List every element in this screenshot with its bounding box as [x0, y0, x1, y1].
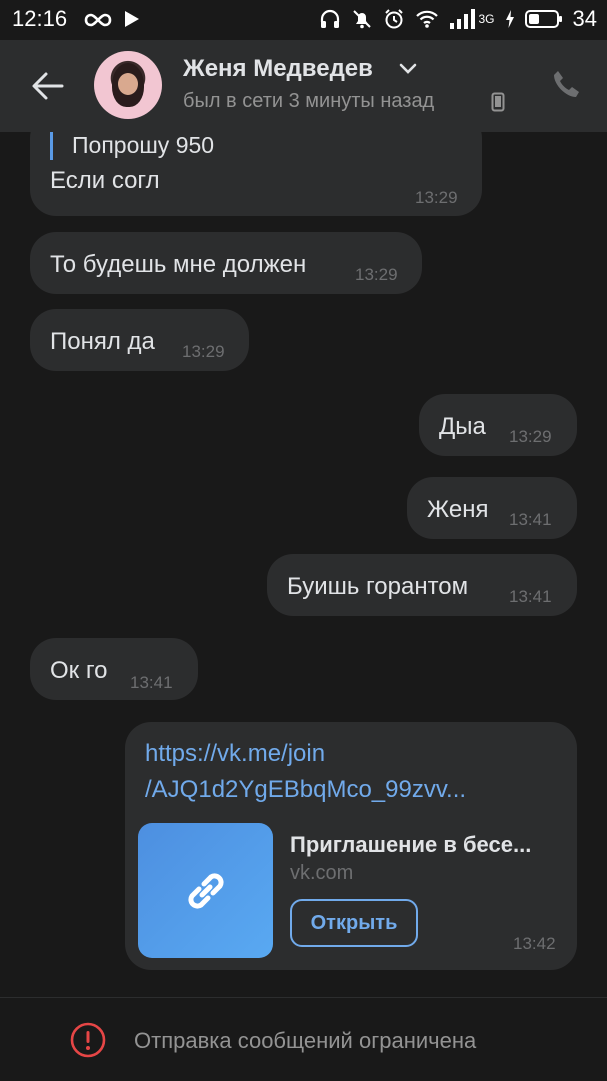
wifi-icon — [415, 9, 439, 29]
quote-bar — [50, 132, 53, 160]
message-bubble-incoming[interactable]: То будешь мне должен 13:29 — [30, 232, 422, 294]
message-list[interactable]: Попрошу 950 Если согл 13:29 То будешь мн… — [0, 132, 607, 996]
avatar[interactable] — [94, 51, 162, 119]
back-arrow-icon[interactable] — [28, 66, 68, 106]
message-bubble-incoming[interactable]: Ок го 13:41 — [30, 638, 198, 700]
message-text: Буишь горантом — [287, 573, 469, 600]
message-bubble-incoming[interactable]: Попрошу 950 Если согл 13:29 — [30, 132, 482, 216]
composer-restricted-banner: Отправка сообщений ограничена — [0, 997, 607, 1081]
muted-bell-icon — [351, 8, 373, 30]
message-bubble-incoming[interactable]: Понял да 13:29 — [30, 309, 249, 371]
contact-name[interactable]: Женя Медведев — [183, 55, 373, 83]
message-time: 13:41 — [509, 510, 552, 529]
restriction-text: Отправка сообщений ограничена — [134, 1028, 477, 1053]
invite-link[interactable]: https://vk.me/join /AJQ1d2YgEBbqMco_99zv… — [145, 736, 466, 808]
quoted-text: Попрошу 950 — [72, 132, 215, 158]
link-preview-title[interactable]: Приглашение в бесе... — [290, 832, 531, 858]
phone-icon[interactable] — [550, 68, 582, 105]
message-bubble-outgoing[interactable]: Буишь горантом 13:41 — [267, 554, 577, 616]
message-time: 13:29 — [509, 427, 552, 446]
message-bubble-outgoing[interactable]: Дыа 13:29 — [419, 394, 577, 456]
invite-link-line2[interactable]: /AJQ1d2YgEBbqMco_99zvv... — [145, 772, 466, 808]
headphones-icon — [319, 8, 341, 30]
link-preview-thumbnail[interactable] — [138, 823, 273, 958]
message-text: Ок го — [50, 657, 108, 684]
message-text: Понял да — [50, 328, 155, 355]
chain-link-icon — [188, 873, 224, 909]
contact-online-status: был в сети 3 минуты назад — [183, 90, 435, 112]
chevron-down-icon[interactable] — [398, 62, 418, 81]
invite-link-line1[interactable]: https://vk.me/join — [145, 736, 466, 772]
battery-level: 34 — [572, 6, 597, 31]
link-preview-domain: vk.com — [290, 862, 354, 884]
message-text: Дыа — [439, 413, 486, 440]
chat-header: Женя Медведев был в сети 3 минуты назад — [0, 40, 607, 132]
message-text: Если согл — [50, 167, 160, 194]
message-text: То будешь мне должен — [50, 251, 307, 278]
open-button[interactable]: Открыть — [290, 899, 418, 947]
message-time: 13:29 — [182, 342, 225, 361]
message-time: 13:29 — [415, 188, 458, 207]
mobile-device-icon — [491, 92, 505, 117]
network-type: 3G — [478, 12, 495, 26]
signal-icon — [449, 9, 475, 29]
alarm-icon — [383, 8, 405, 30]
play-icon — [124, 8, 140, 34]
battery-icon — [524, 9, 563, 29]
message-bubble-outgoing-link[interactable]: https://vk.me/join /AJQ1d2YgEBbqMco_99zv… — [125, 722, 577, 970]
message-time: 13:42 — [513, 934, 556, 953]
message-time: 13:41 — [130, 673, 173, 692]
message-time: 13:41 — [509, 587, 552, 606]
warning-icon — [70, 1022, 106, 1063]
infinity-icon — [84, 8, 112, 34]
status-time: 12:16 — [12, 6, 68, 31]
message-bubble-outgoing[interactable]: Женя 13:41 — [407, 477, 577, 539]
charging-icon — [505, 10, 515, 28]
status-bar: 12:16 3G 34 — [0, 0, 607, 40]
message-time: 13:29 — [355, 265, 398, 284]
message-text: Женя — [427, 496, 489, 523]
